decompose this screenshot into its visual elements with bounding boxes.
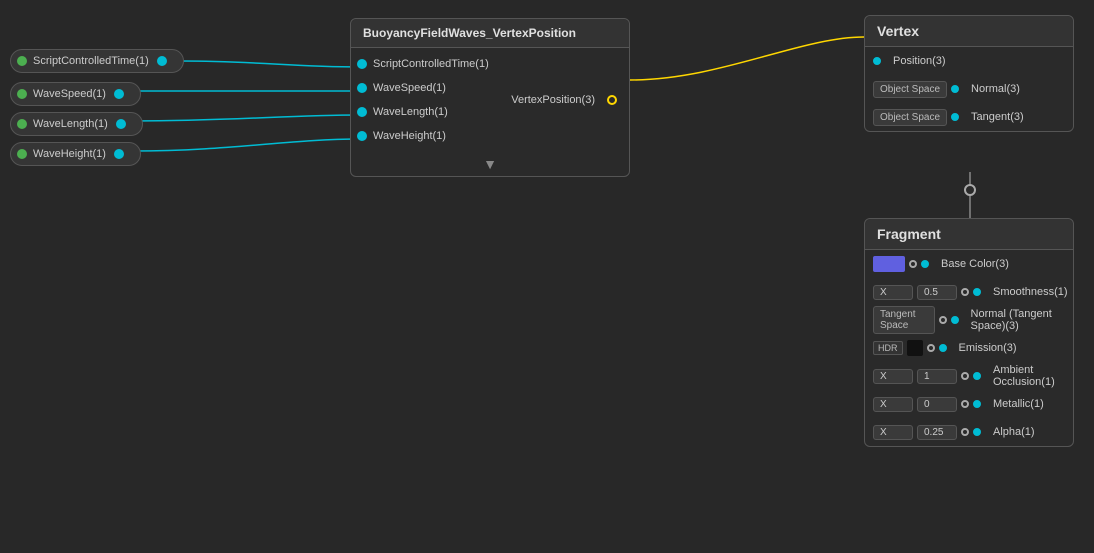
port-frag-metallic-in xyxy=(973,400,981,408)
central-input-0: ScriptControlledTime(1) xyxy=(351,52,499,76)
input-node-wave-length[interactable]: WaveLength(1) xyxy=(10,112,143,136)
hdr-badge[interactable]: HDR xyxy=(873,341,903,355)
port-dot-wave-height xyxy=(17,149,27,159)
port-vertex-pos-in xyxy=(873,57,881,65)
port-in-wave-height xyxy=(357,131,367,141)
central-input-label-2: WaveLength(1) xyxy=(373,106,448,118)
central-expand[interactable]: ▼ xyxy=(351,152,629,176)
central-input-1: WaveSpeed(1) xyxy=(351,76,499,100)
object-space-badge-normal[interactable]: Object Space xyxy=(873,81,947,98)
port-frag-emission-in xyxy=(939,344,947,352)
port-in-wave-length xyxy=(357,107,367,117)
central-outputs: VertexPosition(3) xyxy=(499,48,629,152)
port-dot-wave-speed xyxy=(17,89,27,99)
frag-ao-label: Ambient Occlusion(1) xyxy=(993,364,1065,388)
input-node-wave-speed[interactable]: WaveSpeed(1) xyxy=(10,82,141,106)
port-frag-ao-in xyxy=(973,372,981,380)
tangent-space-badge[interactable]: Tangent Space xyxy=(873,306,935,334)
port-frag-emission-dot xyxy=(927,344,935,352)
frag-port-metallic: X 0 Metallic(1) xyxy=(865,390,1073,418)
frag-alpha-label: Alpha(1) xyxy=(993,426,1035,438)
frag-port-smoothness: X 0.5 Smoothness(1) xyxy=(865,278,1073,306)
port-vertex-tangent-in xyxy=(951,113,959,121)
frag-port-base-color: Base Color(3) xyxy=(865,250,1073,278)
frag-port-alpha: X 0.25 Alpha(1) xyxy=(865,418,1073,446)
alpha-x-field[interactable]: X xyxy=(873,425,913,440)
port-dot-wave-speed-out xyxy=(114,89,124,99)
emission-color-swatch[interactable] xyxy=(907,340,923,356)
central-node-title: BuoyancyFieldWaves_VertexPosition xyxy=(351,19,629,48)
vertex-tangent-label: Tangent(3) xyxy=(971,111,1024,123)
central-input-2: WaveLength(1) xyxy=(351,100,499,124)
script-time-label: ScriptControlledTime(1) xyxy=(33,55,149,67)
port-in-wave-speed xyxy=(357,83,367,93)
frag-smooth-label: Smoothness(1) xyxy=(993,286,1068,298)
port-frag-smooth-dot xyxy=(961,288,969,296)
input-node-wave-height[interactable]: WaveHeight(1) xyxy=(10,142,141,166)
port-dot-script-time xyxy=(17,56,27,66)
vertex-port-normal: Object Space Normal(3) xyxy=(865,75,1073,103)
fragment-node: Fragment Base Color(3) X 0.5 Smoothness(… xyxy=(864,218,1074,447)
metallic-x-field[interactable]: X xyxy=(873,397,913,412)
smoothness-value-field[interactable]: 0.5 xyxy=(917,285,957,300)
vertex-fragment-connector xyxy=(964,184,976,196)
central-input-label-0: ScriptControlledTime(1) xyxy=(373,58,489,70)
vertex-normal-label: Normal(3) xyxy=(971,83,1020,95)
frag-normal-label: Normal (Tangent Space)(3) xyxy=(971,308,1065,332)
port-frag-alpha-dot xyxy=(961,428,969,436)
port-frag-base-color-dot xyxy=(909,260,917,268)
vertex-pos-label: Position(3) xyxy=(893,55,946,67)
alpha-value-field[interactable]: 0.25 xyxy=(917,425,957,440)
frag-base-color-label: Base Color(3) xyxy=(941,258,1009,270)
port-vertex-normal-in xyxy=(951,85,959,93)
port-out-vertex-pos xyxy=(607,95,617,105)
base-color-swatch[interactable] xyxy=(873,256,905,272)
port-in-script-time xyxy=(357,59,367,69)
fragment-node-title: Fragment xyxy=(865,219,1073,250)
vertex-port-position: Position(3) xyxy=(865,47,1073,75)
port-frag-normal-in xyxy=(951,316,959,324)
port-frag-base-color-in xyxy=(921,260,929,268)
input-node-script-time[interactable]: ScriptControlledTime(1) xyxy=(10,49,184,73)
object-space-badge-tangent[interactable]: Object Space xyxy=(873,109,947,126)
port-frag-smooth-in xyxy=(973,288,981,296)
vertex-port-tangent: Object Space Tangent(3) xyxy=(865,103,1073,131)
frag-metallic-label: Metallic(1) xyxy=(993,398,1044,410)
port-frag-normal-dot xyxy=(939,316,947,324)
central-output-label-0: VertexPosition(3) xyxy=(511,94,595,106)
frag-emission-label: Emission(3) xyxy=(959,342,1017,354)
port-dot-wave-length xyxy=(17,119,27,129)
port-dot-script-time-out xyxy=(157,56,167,66)
port-frag-alpha-in xyxy=(973,428,981,436)
metallic-value-field[interactable]: 0 xyxy=(917,397,957,412)
central-input-label-3: WaveHeight(1) xyxy=(373,130,446,142)
frag-port-emission: HDR Emission(3) xyxy=(865,334,1073,362)
frag-port-normal-tangent: Tangent Space Normal (Tangent Space)(3) xyxy=(865,306,1073,334)
central-input-3: WaveHeight(1) xyxy=(351,124,499,148)
port-dot-wave-length-out xyxy=(116,119,126,129)
wave-length-label: WaveLength(1) xyxy=(33,118,108,130)
port-frag-metallic-dot xyxy=(961,400,969,408)
central-node: BuoyancyFieldWaves_VertexPosition Script… xyxy=(350,18,630,177)
ao-value-field[interactable]: 1 xyxy=(917,369,957,384)
central-input-label-1: WaveSpeed(1) xyxy=(373,82,446,94)
port-frag-ao-dot xyxy=(961,372,969,380)
smoothness-x-field[interactable]: X xyxy=(873,285,913,300)
frag-port-ao: X 1 Ambient Occlusion(1) xyxy=(865,362,1073,390)
central-inputs: ScriptControlledTime(1) WaveSpeed(1) Wav… xyxy=(351,48,499,152)
canvas: ScriptControlledTime(1) WaveSpeed(1) Wav… xyxy=(0,0,1094,553)
ao-x-field[interactable]: X xyxy=(873,369,913,384)
wave-speed-label: WaveSpeed(1) xyxy=(33,88,106,100)
vertex-node: Vertex Position(3) Object Space Normal(3… xyxy=(864,15,1074,132)
vertex-node-title: Vertex xyxy=(865,16,1073,47)
expand-arrow: ▼ xyxy=(483,156,497,172)
wave-height-label: WaveHeight(1) xyxy=(33,148,106,160)
central-output-0: VertexPosition(3) xyxy=(505,88,623,112)
port-dot-wave-height-out xyxy=(114,149,124,159)
